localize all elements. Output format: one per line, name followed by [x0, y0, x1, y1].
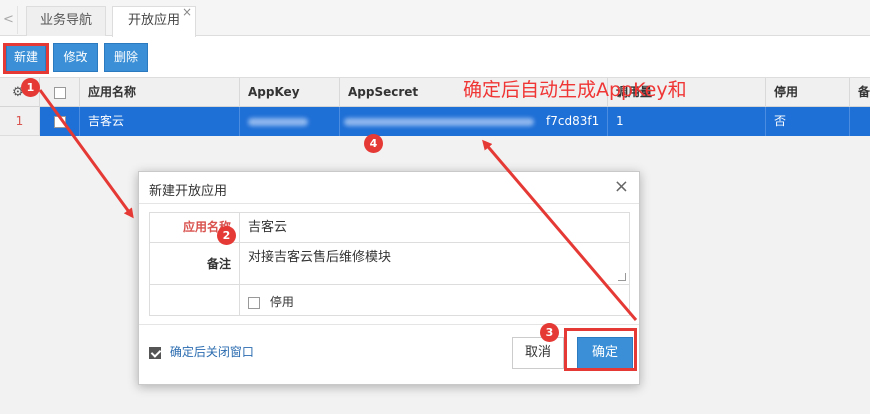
toolbar: 新建 修改 删除 [0, 37, 870, 77]
tab-business-nav[interactable]: 业务导航 [26, 6, 106, 36]
disabled-option[interactable]: 停用 [248, 293, 294, 310]
select-all-checkbox[interactable] [54, 86, 66, 99]
disabled-label-cell [150, 285, 240, 315]
column-header-disabled[interactable]: 停用 [766, 78, 850, 107]
cell-calls: 1 [608, 107, 766, 136]
row-select-cell [40, 107, 80, 136]
highlight-confirm-button [564, 328, 637, 371]
appsecret-redacted [344, 118, 534, 126]
appkey-redacted [248, 118, 308, 126]
column-header-remark[interactable]: 备 [850, 78, 870, 107]
name-input[interactable]: 吉客云 [248, 213, 287, 242]
tab-close-icon[interactable]: × [182, 5, 192, 19]
disabled-checkbox[interactable] [248, 296, 260, 309]
table-row[interactable]: 吉客云 f7cd83f1 1 否 [40, 107, 870, 136]
highlight-new-button [3, 43, 49, 74]
tab-label: 开放应用 [127, 13, 180, 28]
disabled-text: 停用 [269, 295, 294, 309]
resize-grip-icon[interactable] [618, 273, 626, 281]
dialog-title: 新建开放应用 [149, 184, 228, 199]
cancel-button[interactable]: 取消 [512, 337, 564, 369]
cell-appkey [240, 107, 340, 136]
tab-label: 业务导航 [39, 13, 92, 28]
column-header-appkey[interactable]: AppKey [240, 78, 340, 107]
cell-appsecret: f7cd83f1 [340, 107, 608, 136]
tab-bar: < 业务导航 开放应用 × [0, 0, 870, 37]
cell-remark [850, 107, 870, 136]
row-checkbox[interactable] [54, 115, 66, 128]
cell-disabled: 否 [766, 107, 850, 136]
close-after-confirm-label: 确定后关闭窗口 [169, 345, 254, 359]
form-row-disabled: 停用 [150, 285, 629, 315]
form-row-remark: 备注 对接吉客云售后维修模块 [150, 243, 629, 285]
close-after-confirm-checkbox[interactable] [149, 346, 161, 359]
step-badge-4: 4 [364, 134, 383, 153]
tab-open-app[interactable]: 开放应用 × [112, 5, 196, 37]
appsecret-tail: f7cd83f1 [546, 114, 600, 128]
cell-name: 吉客云 [80, 107, 240, 136]
tab-scroll-left-icon[interactable]: < [0, 6, 18, 34]
dialog-header: 新建开放应用 × [139, 172, 639, 204]
edit-button[interactable]: 修改 [53, 43, 98, 72]
delete-button[interactable]: 删除 [104, 43, 148, 72]
step-badge-2: 2 [217, 226, 236, 245]
remark-textarea[interactable]: 对接吉客云售后维修模块 [248, 246, 391, 265]
close-after-confirm-option[interactable]: 确定后关闭窗口 [149, 343, 254, 360]
step-badge-3: 3 [540, 323, 559, 342]
select-all-cell [40, 78, 80, 107]
remark-label: 备注 [150, 243, 240, 284]
grid-header: ⚙ 应用名称 AppKey AppSecret 调用量 停用 备 [0, 77, 870, 107]
annotation-text: 确定后自动生成AppKey和 [463, 79, 687, 101]
close-icon[interactable]: × [614, 177, 629, 197]
step-badge-1: 1 [21, 78, 40, 97]
row-number: 1 [0, 107, 40, 136]
column-header-name[interactable]: 应用名称 [80, 78, 240, 107]
